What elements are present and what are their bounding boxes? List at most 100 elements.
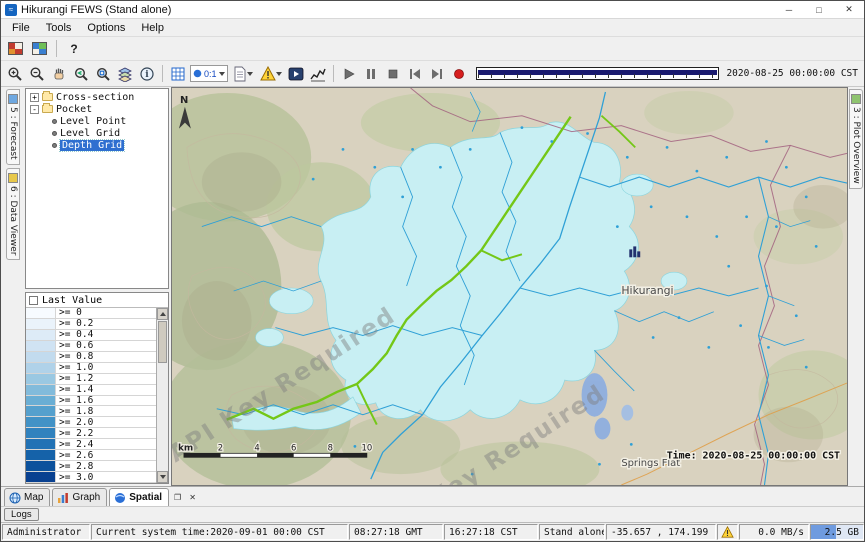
legend-swatch (26, 428, 56, 438)
play-button[interactable] (339, 64, 359, 84)
zoom-extent-button[interactable] (93, 64, 113, 84)
plot-overview-tab-icon (851, 94, 861, 104)
zoom-in-button[interactable] (5, 64, 25, 84)
tab-graph[interactable]: Graph (52, 488, 107, 506)
record-button[interactable] (449, 64, 469, 84)
explorer-button[interactable] (5, 39, 25, 59)
legend-swatch (26, 472, 56, 482)
pan-button[interactable] (49, 64, 69, 84)
legend-swatch (26, 396, 56, 406)
info-button[interactable]: i (137, 64, 157, 84)
tree-item-level-point[interactable]: Level Point (26, 115, 168, 127)
zoom-in-icon (7, 66, 23, 82)
last-value-checkbox[interactable] (29, 296, 38, 305)
zoom-previous-icon (73, 66, 89, 82)
legend-swatch (26, 330, 56, 340)
map-display-button[interactable] (29, 39, 49, 59)
tree-item-pocket[interactable]: - Pocket (26, 103, 168, 115)
info-icon: i (139, 66, 155, 82)
tab-map[interactable]: Map (4, 488, 50, 506)
profile-display-button[interactable] (308, 64, 328, 84)
thresholds-button[interactable] (258, 64, 284, 84)
animation-button[interactable] (286, 64, 306, 84)
zoom-previous-button[interactable] (71, 64, 91, 84)
menu-help[interactable]: Help (134, 21, 171, 35)
warning-icon (260, 66, 276, 81)
stop-button[interactable] (383, 64, 403, 84)
pause-icon (364, 67, 378, 81)
scroll-thumb[interactable] (158, 321, 167, 363)
menu-file[interactable]: File (5, 21, 37, 35)
help-button[interactable]: ? (64, 39, 84, 59)
timeseries-dialog-button[interactable] (230, 64, 256, 84)
pane-close-button[interactable]: ✕ (186, 491, 199, 504)
spatial-icon (114, 492, 126, 504)
tab-data-viewer[interactable]: 6 : Data Viewer (6, 168, 20, 260)
dataset-tree: + Cross-section - Pocket Level Point Lev… (25, 88, 169, 289)
menu-options[interactable]: Options (80, 21, 132, 35)
toolbar-separator (56, 40, 57, 57)
status-warning-cell[interactable] (717, 524, 738, 540)
legend-panel: Last Value >= 0 >= 0.2 >= 0.4 >= 0.6 >= … (25, 292, 169, 484)
legend-swatch (26, 374, 56, 384)
help-icon: ? (70, 42, 77, 56)
legend-swatch (26, 450, 56, 460)
node-bullet-icon (52, 143, 57, 148)
legend-swatch (26, 406, 56, 416)
zoom-out-button[interactable] (27, 64, 47, 84)
current-time-label: 2020-08-25 00:00:00 CST (726, 68, 858, 79)
collapse-icon[interactable]: - (30, 105, 39, 114)
map-canvas[interactable]: API Key Required API Key Required Hikura… (172, 88, 847, 485)
legend-row: >= 0.4 (26, 330, 156, 341)
layers-button[interactable] (115, 64, 135, 84)
document-icon (233, 66, 247, 82)
chevron-down-icon (219, 72, 225, 76)
legend-scrollbar[interactable] (156, 308, 168, 483)
legend-list: >= 0 >= 0.2 >= 0.4 >= 0.6 >= 0.8 >= 1.0 … (26, 308, 156, 483)
profile-icon (310, 66, 326, 82)
status-coordinates: -35.657 , 174.199 (606, 524, 716, 540)
logs-button[interactable]: Logs (4, 508, 39, 521)
expand-icon[interactable]: + (30, 93, 39, 102)
time-slider[interactable] (476, 67, 720, 80)
tab-forecast[interactable]: 5 : Forecast (6, 89, 20, 165)
app-logo-icon: ≈ (5, 4, 17, 16)
interval-combo[interactable]: 0:1 (190, 65, 228, 82)
zoom-out-icon (29, 66, 45, 82)
tree-item-level-grid[interactable]: Level Grid (26, 127, 168, 139)
status-memory[interactable]: 2.5 GB (810, 524, 864, 540)
legend-swatch (26, 461, 56, 471)
forecast-tab-icon (8, 94, 18, 104)
tab-plot-overview[interactable]: 3 : Plot Overview (849, 89, 863, 189)
north-label: N (180, 95, 188, 106)
go-to-start-button[interactable] (405, 64, 425, 84)
scroll-up-arrow-icon[interactable] (157, 308, 168, 320)
zoom-extent-icon (95, 66, 111, 82)
logs-row: Logs (1, 506, 864, 522)
scroll-down-arrow-icon[interactable] (157, 471, 168, 483)
close-button[interactable]: ✕ (834, 1, 864, 18)
scroll-track[interactable] (157, 320, 168, 471)
warning-icon (721, 526, 734, 538)
toolbar-main: ? (1, 37, 864, 61)
legend-row: >= 1.8 (26, 406, 156, 417)
menu-tools[interactable]: Tools (39, 21, 79, 35)
menu-bar: File Tools Options Help (1, 19, 864, 37)
pause-button[interactable] (361, 64, 381, 84)
tree-item-depth-grid[interactable]: Depth Grid (26, 139, 168, 151)
layers-icon (117, 66, 133, 82)
node-bullet-icon (52, 119, 57, 124)
go-to-end-button[interactable] (427, 64, 447, 84)
pane-maximize-button[interactable]: ❐ (171, 491, 184, 504)
grid-icon (170, 66, 186, 82)
legend-row: >= 0.6 (26, 341, 156, 352)
legend-swatch (26, 439, 56, 449)
tab-spatial[interactable]: Spatial (109, 488, 169, 506)
minimize-button[interactable]: ─ (774, 1, 804, 18)
maximize-button[interactable]: □ (804, 1, 834, 18)
svg-text:2: 2 (218, 442, 223, 452)
legend-row: >= 1.0 (26, 363, 156, 374)
spatial-display[interactable]: API Key Required API Key Required Hikura… (171, 87, 848, 486)
grid-display-button[interactable] (168, 64, 188, 84)
tree-item-cross-section[interactable]: + Cross-section (26, 91, 168, 103)
